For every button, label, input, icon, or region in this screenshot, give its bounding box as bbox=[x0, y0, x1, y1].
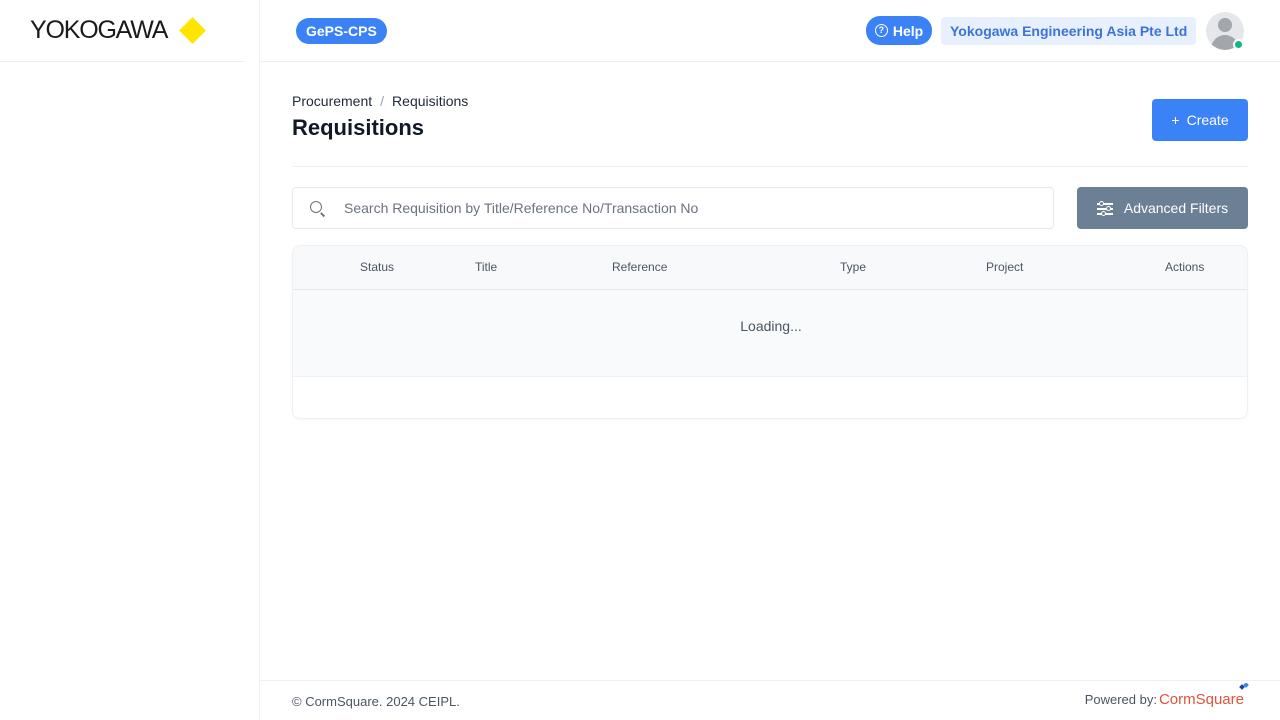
column-title[interactable]: Title bbox=[475, 260, 497, 274]
search-box bbox=[292, 187, 1054, 229]
sliders-icon bbox=[1096, 200, 1113, 216]
online-status-dot bbox=[1233, 39, 1244, 50]
create-label: Create bbox=[1186, 112, 1229, 128]
cormsquare-text: CormSquare bbox=[1158, 691, 1244, 708]
create-button[interactable]: + Create bbox=[1152, 99, 1248, 141]
help-label: Help bbox=[892, 22, 924, 39]
column-reference[interactable]: Reference bbox=[612, 260, 667, 274]
powered-label: Powered by: bbox=[1084, 692, 1157, 707]
avatar-head-icon bbox=[1218, 18, 1232, 32]
breadcrumb: Procurement / Requisitions bbox=[292, 93, 468, 109]
column-status[interactable]: Status bbox=[360, 260, 394, 274]
copyright-text: © CormSquare. 2024 CEIPL. bbox=[292, 694, 460, 709]
breadcrumb-requisitions: Requisitions bbox=[392, 93, 469, 109]
logo-diamond-icon bbox=[179, 17, 207, 44]
table-header: Status Title Reference Type Project Acti… bbox=[293, 246, 1247, 290]
header-divider bbox=[292, 166, 1248, 167]
column-actions: Actions bbox=[1165, 260, 1205, 274]
search-input[interactable] bbox=[344, 188, 1044, 228]
question-icon: ? bbox=[874, 24, 888, 37]
search-icon bbox=[310, 201, 322, 213]
logo-text: YOKOGAWA bbox=[30, 16, 168, 44]
table-row: Loading... bbox=[293, 290, 1247, 377]
requisitions-table: Status Title Reference Type Project Acti… bbox=[292, 245, 1248, 419]
column-type[interactable]: Type bbox=[840, 260, 866, 274]
powered-by: Powered by: CormSquare bbox=[1084, 683, 1249, 708]
help-button[interactable]: ? Help bbox=[866, 16, 932, 45]
loading-text: Loading... bbox=[740, 318, 802, 334]
column-project[interactable]: Project bbox=[986, 260, 1023, 274]
advanced-filters-label: Advanced Filters bbox=[1123, 200, 1229, 216]
footer: © CormSquare. 2024 CEIPL. Powered by: Co… bbox=[260, 680, 1280, 720]
sidebar: YOKOGAWA bbox=[0, 0, 260, 720]
cormsquare-mark-icon bbox=[1239, 683, 1249, 690]
advanced-filters-button[interactable]: Advanced Filters bbox=[1077, 187, 1248, 229]
top-header: GePS-CPS ? Help Yokogawa Engineering Asi… bbox=[260, 0, 1280, 62]
company-name[interactable]: Yokogawa Engineering Asia Pte Ltd bbox=[941, 17, 1197, 45]
logo[interactable]: YOKOGAWA bbox=[0, 0, 245, 62]
breadcrumb-procurement[interactable]: Procurement bbox=[292, 93, 372, 109]
app-badge[interactable]: GePS-CPS bbox=[296, 18, 387, 44]
breadcrumb-separator: / bbox=[380, 93, 385, 109]
page-title: Requisitions bbox=[292, 115, 425, 140]
plus-icon: + bbox=[1171, 112, 1180, 128]
cormsquare-logo[interactable]: CormSquare bbox=[1158, 683, 1249, 708]
